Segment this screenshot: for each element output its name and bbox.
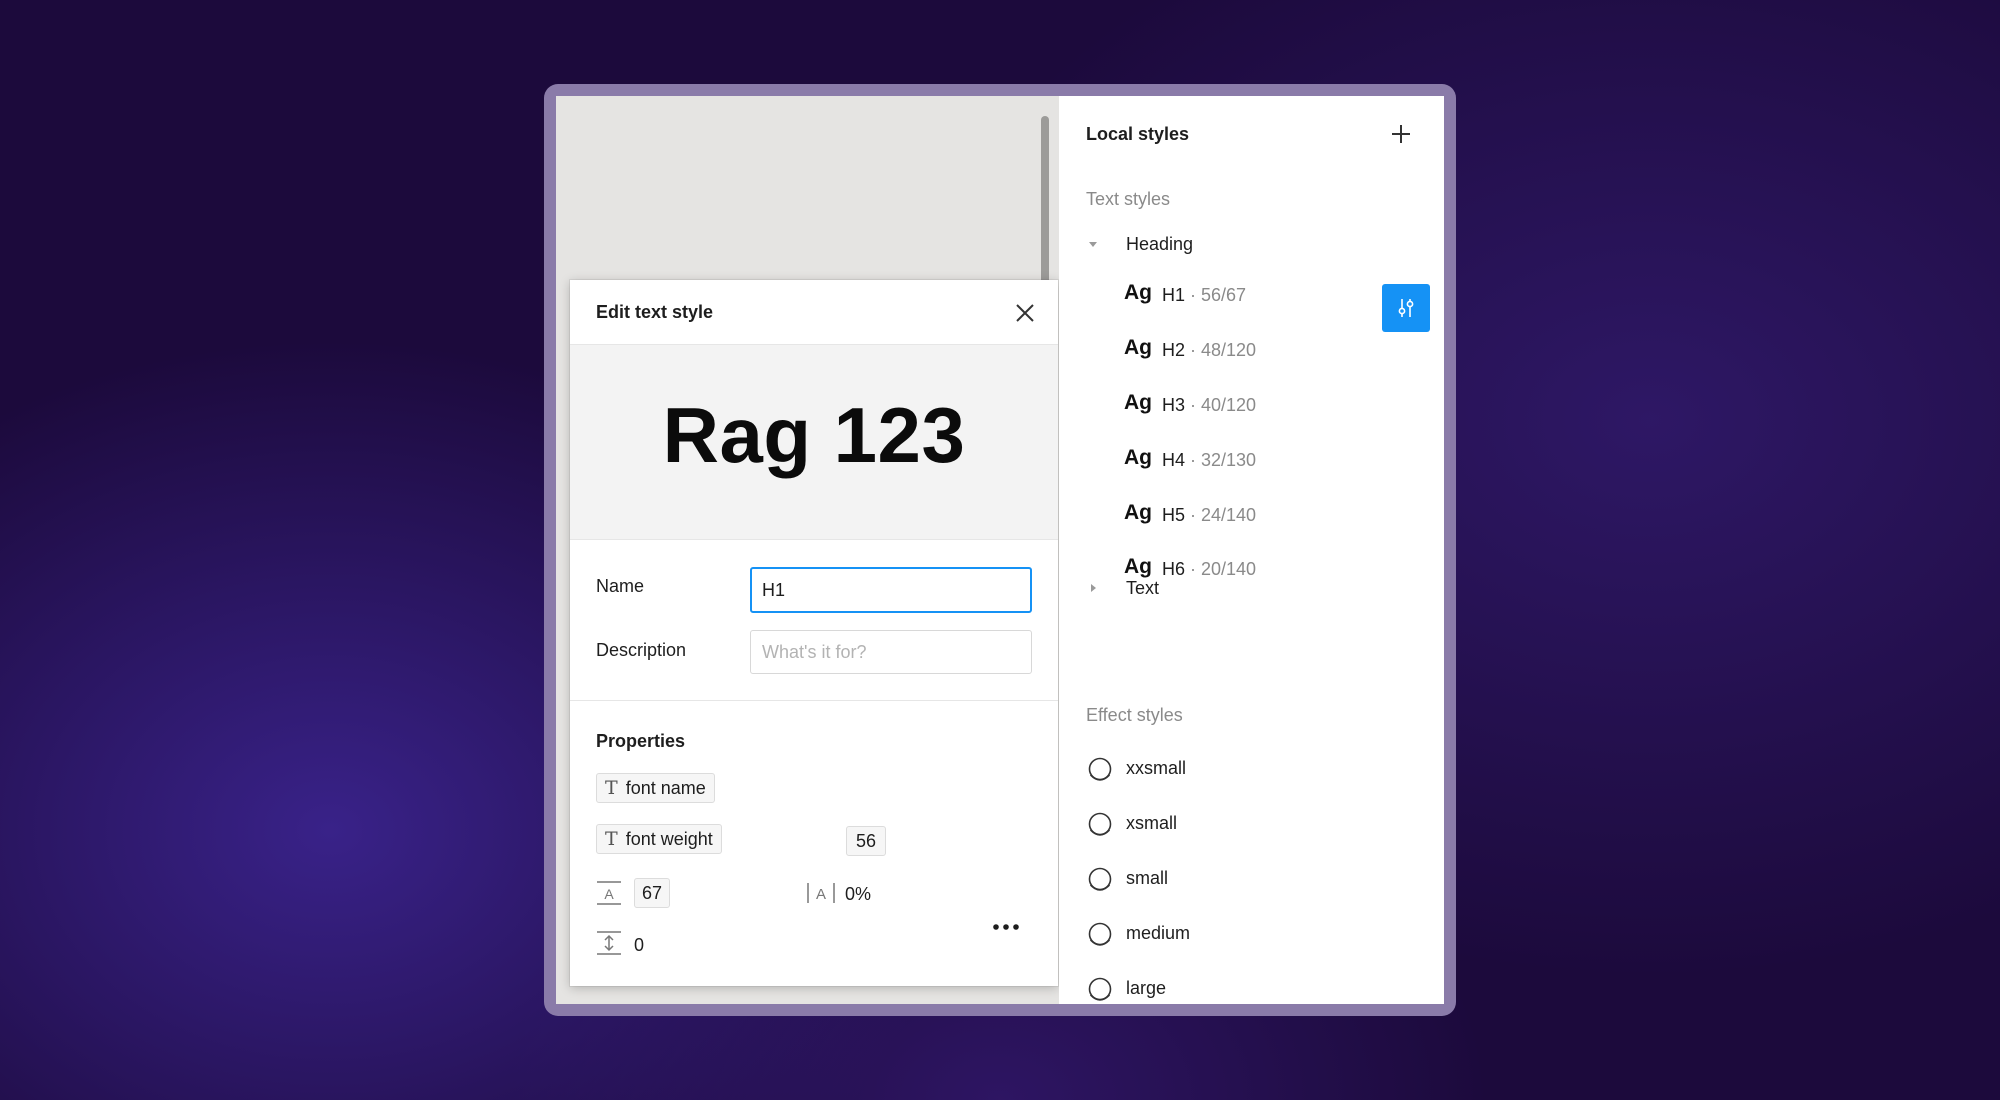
more-options-icon[interactable]: [990, 917, 1022, 937]
line-height-icon: A: [597, 881, 621, 905]
style-name: H6: [1162, 559, 1186, 579]
line-height-chip[interactable]: 67: [634, 878, 671, 908]
caret-right-icon: [1091, 584, 1096, 592]
style-meta: · 40/120: [1190, 395, 1257, 415]
name-input[interactable]: [750, 567, 1032, 613]
drop-shadow-icon: [1088, 922, 1112, 946]
style-meta: · 48/120: [1190, 340, 1257, 360]
panel-title: Local styles: [1086, 124, 1190, 144]
style-meta: · 32/130: [1190, 450, 1257, 470]
style-preview-ag: Ag: [1124, 391, 1152, 414]
drop-shadow-icon: [1088, 977, 1112, 1001]
text-type-icon: T: [605, 777, 618, 799]
effect-style-name: xxsmall: [1126, 758, 1187, 778]
font-name-label: font name: [625, 777, 706, 798]
add-style-icon[interactable]: [1387, 120, 1415, 148]
style-preview-ag: Ag: [1124, 501, 1152, 524]
text-styles-label: Text styles: [1086, 189, 1171, 209]
description-label: Description: [596, 640, 687, 660]
letter-spacing-value[interactable]: 0%: [845, 884, 871, 905]
edit-style-button[interactable]: [1382, 284, 1430, 332]
style-meta: · 20/140: [1190, 559, 1257, 579]
drop-shadow-icon: [1088, 867, 1112, 891]
style-meta: · 24/140: [1190, 505, 1257, 525]
text-style-row[interactable]: Ag H5 · 24/140: [1059, 490, 1444, 540]
section-divider: [570, 700, 1058, 701]
design-canvas[interactable]: Edit text style Rag 123 Name Description…: [556, 96, 1059, 1004]
text-style-row[interactable]: Ag H3 · 40/120: [1059, 380, 1444, 430]
close-icon[interactable]: [1012, 300, 1038, 326]
style-name: H4: [1162, 450, 1186, 470]
style-preview-ag: Ag: [1124, 281, 1152, 304]
text-style-row[interactable]: Ag H4 · 32/130: [1059, 435, 1444, 485]
style-name: H1: [1162, 285, 1186, 305]
dialog-title: Edit text style: [596, 302, 714, 322]
svg-text:A: A: [816, 886, 826, 903]
name-label: Name: [596, 576, 645, 596]
letter-spacing-icon: A: [807, 883, 835, 903]
style-preview-ag: Ag: [1124, 336, 1152, 359]
edit-text-style-dialog: Edit text style Rag 123 Name Description…: [570, 280, 1058, 986]
paragraph-spacing-icon: [597, 931, 621, 955]
style-preview-ag: Ag: [1124, 555, 1152, 578]
effect-style-name: large: [1126, 978, 1167, 998]
drop-shadow-icon: [1088, 812, 1112, 836]
effect-style-name: small: [1126, 868, 1169, 888]
text-style-row[interactable]: Ag H2 · 48/120: [1059, 325, 1444, 375]
dialog-header: Edit text style: [570, 280, 1058, 345]
font-size-value: 56: [856, 830, 877, 851]
sliders-icon: [1398, 299, 1414, 317]
svg-text:A: A: [604, 886, 614, 902]
font-weight-chip[interactable]: T font weight: [596, 824, 722, 854]
caret-down-icon: [1089, 242, 1097, 247]
description-input[interactable]: [750, 630, 1032, 674]
font-name-chip[interactable]: T font name: [596, 773, 715, 803]
style-preview-ag: Ag: [1124, 446, 1152, 469]
text-type-icon: T: [605, 828, 618, 850]
text-group-label: Text: [1126, 577, 1160, 598]
effect-styles-label: Effect styles: [1086, 705, 1183, 725]
font-size-chip[interactable]: 56: [846, 826, 887, 856]
properties-title: Properties: [596, 731, 686, 751]
text-group[interactable]: Text: [1086, 574, 1159, 602]
effect-style-name: xsmall: [1126, 813, 1178, 833]
text-style-row[interactable]: Ag H6 · 20/140: [1059, 544, 1444, 594]
style-name: H5: [1162, 505, 1186, 525]
paragraph-spacing-value[interactable]: 0: [634, 935, 644, 956]
line-height-value: 67: [642, 882, 663, 903]
preview-text: Rag 123: [662, 391, 966, 479]
heading-group-label: Heading: [1126, 233, 1194, 254]
drop-shadow-icon: [1088, 757, 1112, 781]
style-preview: Rag 123: [570, 345, 1058, 540]
local-styles-panel: Local styles Text styles Heading Ag H1 ·…: [1059, 96, 1444, 1004]
font-weight-label: font weight: [625, 828, 713, 849]
style-name: H3: [1162, 395, 1186, 415]
heading-group[interactable]: Heading: [1086, 230, 1193, 258]
style-meta: · 56/67: [1190, 285, 1247, 305]
effect-style-name: medium: [1126, 923, 1191, 943]
app-window: Edit text style Rag 123 Name Description…: [556, 96, 1444, 1004]
style-name: H2: [1162, 340, 1186, 360]
